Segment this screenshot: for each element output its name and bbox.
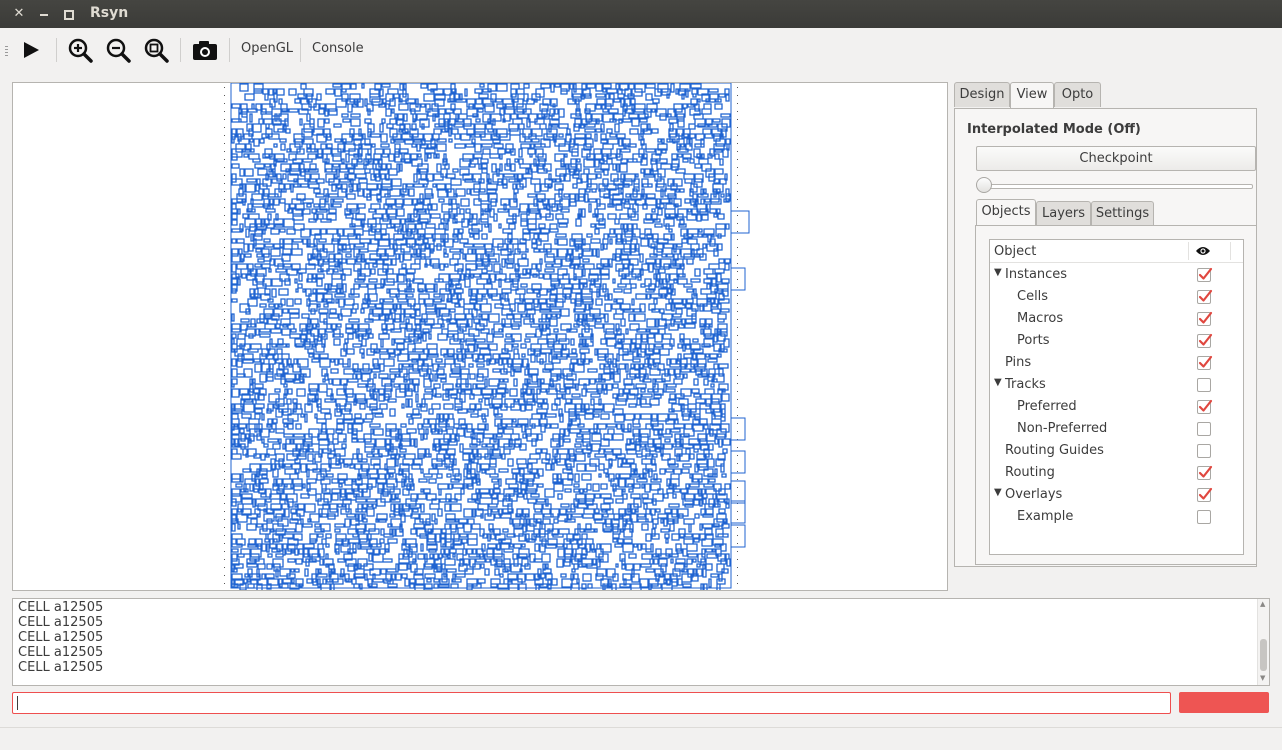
title-bar: ✕ Rsyn (0, 0, 1282, 28)
zoom-out-button[interactable] (104, 36, 132, 64)
objects-panel: Object ▼ Instances Cells Macros Ports Pins ▼ Tr… (975, 225, 1257, 565)
visibility-checkbox[interactable] (1197, 465, 1213, 480)
close-icon[interactable]: ✕ (10, 5, 28, 23)
expand-arrow-icon[interactable]: ▼ (994, 377, 1002, 388)
io-block (730, 450, 746, 474)
slider-handle[interactable] (976, 177, 992, 193)
tree-row-label: Non-Preferred (1017, 421, 1108, 436)
visibility-checkbox[interactable] (1197, 289, 1213, 304)
tree-row-label: Example (1017, 509, 1074, 524)
maximize-icon[interactable] (59, 5, 77, 23)
tree-row-label: Macros (1017, 311, 1064, 326)
tree-row-preferred[interactable]: Preferred (990, 396, 1243, 418)
console-line: CELL a12505 (18, 660, 104, 675)
tree-row-tracks[interactable]: ▼ Tracks (990, 374, 1243, 396)
camera-icon (193, 41, 217, 60)
minimize-icon[interactable] (35, 5, 53, 23)
visibility-checkbox[interactable] (1197, 311, 1213, 326)
toolbar-separator (229, 38, 230, 62)
tab-view[interactable]: View (1010, 82, 1054, 109)
tree-row-cells[interactable]: Cells (990, 286, 1243, 308)
expand-arrow-icon[interactable]: ▼ (994, 267, 1002, 278)
console-line: CELL a12505 (18, 600, 104, 615)
eye-icon[interactable] (1195, 245, 1211, 257)
visibility-checkbox[interactable] (1197, 333, 1213, 348)
console-output[interactable]: ▲ ▼ CELL a12505 CELL a12505 CELL a12505 CEL… (12, 598, 1270, 686)
tree-row-instances[interactable]: ▼ Instances (990, 264, 1243, 286)
console-line: CELL a12505 (18, 645, 104, 660)
column-object[interactable]: Object (994, 244, 1036, 259)
tree-row-routing-guides[interactable]: Routing Guides (990, 440, 1243, 462)
visibility-checkbox[interactable] (1197, 422, 1211, 436)
scroll-thumb[interactable] (1260, 639, 1267, 671)
zoom-fit-button[interactable] (142, 36, 170, 64)
visibility-checkbox[interactable] (1197, 355, 1213, 370)
visibility-checkbox[interactable] (1197, 267, 1213, 282)
scroll-down-icon[interactable]: ▼ (1260, 674, 1265, 682)
status-bar (0, 727, 1282, 750)
window-title: Rsyn (90, 5, 129, 21)
console-line: CELL a12505 (18, 615, 104, 630)
console-button[interactable]: Console (312, 41, 364, 56)
tree-row-non-preferred[interactable]: Non-Preferred (990, 418, 1243, 440)
tree-row-label: Routing Guides (1005, 443, 1104, 458)
tab-settings[interactable]: Settings (1091, 201, 1154, 226)
layout-canvas[interactable] (12, 82, 948, 591)
toolbar-separator (300, 38, 301, 62)
console-scrollbar[interactable]: ▲ ▼ (1257, 599, 1269, 685)
tree-row-label: Ports (1017, 333, 1050, 348)
tree-row-label: Preferred (1017, 399, 1077, 414)
tab-design[interactable]: Design (954, 82, 1010, 107)
visibility-checkbox[interactable] (1197, 399, 1213, 414)
zoom-out-icon (106, 38, 131, 63)
visibility-checkbox[interactable] (1197, 487, 1213, 502)
tab-layers[interactable]: Layers (1036, 201, 1091, 226)
visibility-checkbox[interactable] (1197, 510, 1211, 524)
interpolated-mode-label: Interpolated Mode (Off) (967, 122, 1141, 137)
placed-cells (231, 83, 731, 590)
console-line: CELL a12505 (18, 630, 104, 645)
layout-view (224, 83, 750, 590)
text-caret (17, 696, 18, 710)
tree-row-ports[interactable]: Ports (990, 330, 1243, 352)
execute-button[interactable] (1179, 692, 1269, 713)
tree-row-label: Routing (1005, 465, 1055, 480)
checkpoint-button[interactable]: Checkpoint (976, 146, 1256, 171)
view-panel: Interpolated Mode (Off) Checkpoint Objec… (954, 108, 1257, 567)
visibility-checkbox[interactable] (1197, 444, 1211, 458)
zoom-in-icon (68, 38, 93, 63)
scroll-up-icon[interactable]: ▲ (1260, 600, 1265, 608)
io-block (730, 210, 750, 234)
tree-row-label: Pins (1005, 355, 1032, 370)
tree-row-label: Cells (1017, 289, 1049, 304)
tree-row-macros[interactable]: Macros (990, 308, 1243, 330)
zoom-fit-icon (144, 38, 169, 63)
expand-arrow-icon[interactable]: ▼ (994, 487, 1002, 498)
tree-row-overlays[interactable]: ▼ Overlays (990, 484, 1243, 506)
toolbar-grip[interactable] (5, 46, 8, 56)
io-block (730, 480, 746, 504)
run-button[interactable] (18, 36, 44, 64)
zoom-in-button[interactable] (66, 36, 94, 64)
tree-header: Object (990, 240, 1243, 263)
visibility-checkbox[interactable] (1197, 378, 1211, 392)
screenshot-button[interactable] (190, 36, 220, 64)
tree-row-example[interactable]: Example (990, 506, 1243, 528)
tab-objects[interactable]: Objects (976, 199, 1036, 226)
interpolation-slider[interactable] (979, 184, 1253, 189)
objects-tree: Object ▼ Instances Cells Macros Ports Pins ▼ Tr… (989, 239, 1244, 555)
toolbar: OpenGL Console (0, 28, 1282, 72)
tree-row-pins[interactable]: Pins (990, 352, 1243, 374)
tab-opto[interactable]: Opto (1054, 82, 1101, 107)
tree-row-label: Instances (1005, 267, 1068, 282)
tree-row-label: Tracks (1005, 377, 1046, 392)
command-input[interactable] (12, 692, 1171, 714)
tree-row-label: Overlays (1005, 487, 1063, 502)
opengl-button[interactable]: OpenGL (241, 41, 293, 56)
play-icon (24, 42, 39, 58)
toolbar-separator (56, 38, 57, 62)
io-block (730, 417, 746, 441)
toolbar-separator (180, 38, 181, 62)
tree-row-routing[interactable]: Routing (990, 462, 1243, 484)
